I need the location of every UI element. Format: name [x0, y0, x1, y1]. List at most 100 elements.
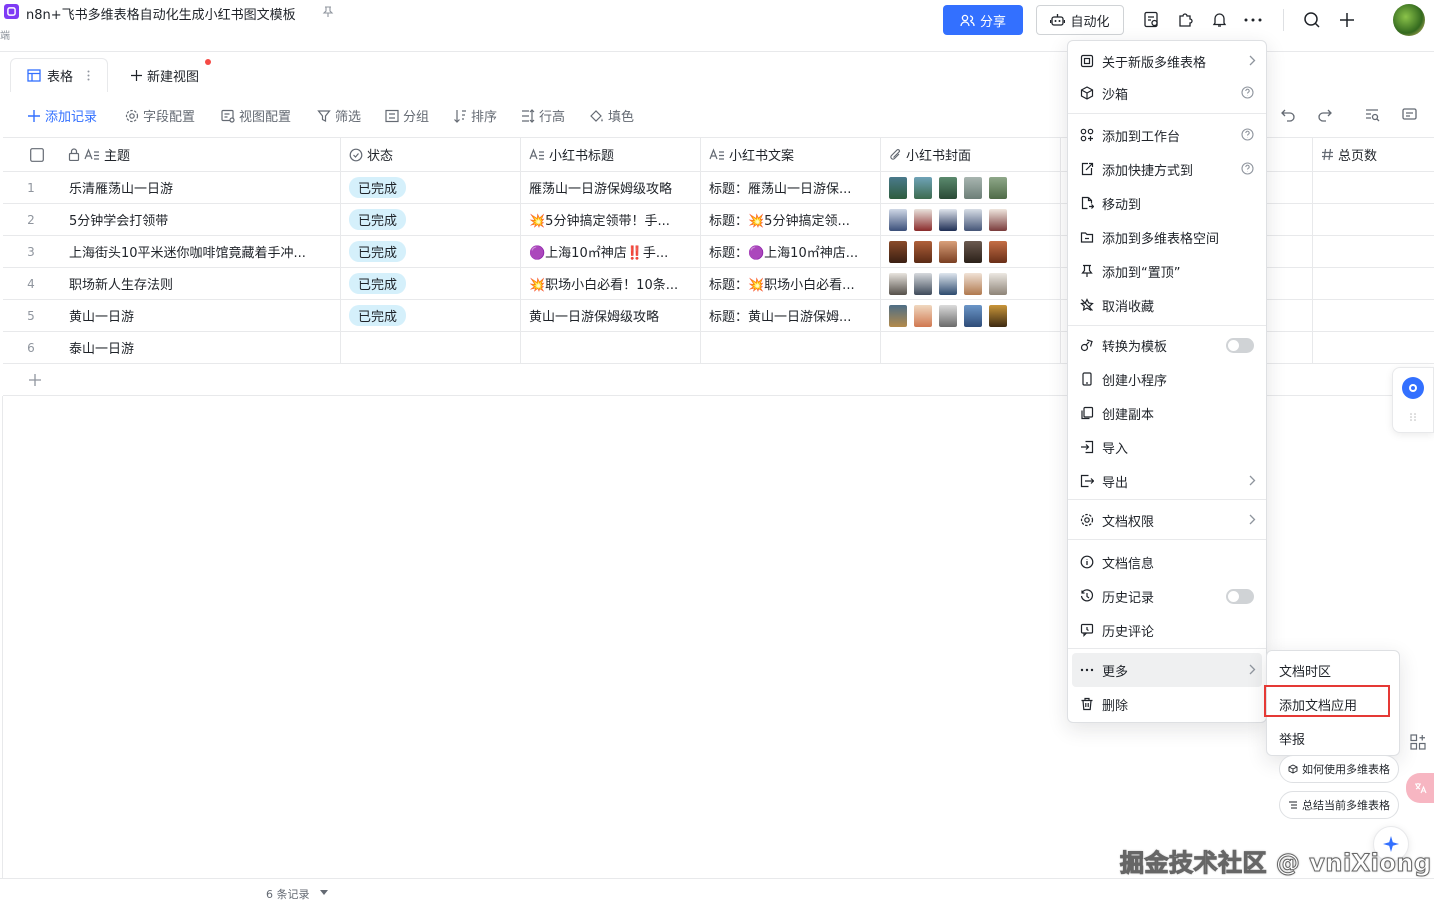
- cell-copy[interactable]: 标题：雁荡山一日游保...: [701, 172, 881, 203]
- cell-status[interactable]: 已完成: [341, 268, 521, 299]
- menu-item-delete[interactable]: 删除: [1068, 688, 1266, 720]
- cell-copy[interactable]: 标题：💥5分钟搞定领...: [701, 204, 881, 235]
- menu-item-create-copy[interactable]: 创建副本: [1068, 397, 1266, 429]
- cover-thumbnail[interactable]: [964, 240, 982, 263]
- header-copy[interactable]: 小红书文案: [701, 138, 881, 171]
- cell-status[interactable]: 已完成: [341, 204, 521, 235]
- fill-color-button[interactable]: 填色: [589, 106, 634, 125]
- menu-item-more[interactable]: 更多: [1072, 653, 1262, 687]
- cover-thumbnail[interactable]: [889, 240, 907, 263]
- automation-button[interactable]: 自动化: [1036, 5, 1124, 35]
- cell-cover[interactable]: [881, 300, 1061, 331]
- cell-copy[interactable]: [701, 332, 881, 363]
- cover-thumbnail[interactable]: [989, 240, 1007, 263]
- plugin-icon[interactable]: [1177, 11, 1194, 28]
- menu-item-add-to-workspace[interactable]: 添加到工作台: [1068, 119, 1266, 151]
- cell-status[interactable]: [341, 332, 521, 363]
- cover-thumbnail[interactable]: [989, 208, 1007, 231]
- cover-thumbnail[interactable]: [914, 240, 932, 263]
- cover-thumbnail[interactable]: [989, 176, 1007, 199]
- summarize-chip[interactable]: 总结当前多维表格: [1279, 791, 1399, 819]
- cell-cover[interactable]: [881, 236, 1061, 267]
- menu-item-add-to-pinned[interactable]: 添加到“置顶”: [1068, 255, 1266, 287]
- cover-thumbnail[interactable]: [989, 304, 1007, 327]
- floating-assistant-panel[interactable]: [1392, 367, 1434, 433]
- cell-status[interactable]: 已完成: [341, 236, 521, 267]
- cell-pages[interactable]: [1313, 204, 1434, 235]
- cell-pages[interactable]: [1313, 332, 1434, 363]
- header-pages[interactable]: 总页数: [1313, 138, 1434, 171]
- cover-thumbnail[interactable]: [914, 272, 932, 295]
- search-records-icon[interactable]: [1365, 108, 1380, 122]
- cover-thumbnail[interactable]: [964, 304, 982, 327]
- group-button[interactable]: 分组: [385, 106, 429, 125]
- bell-icon[interactable]: [1211, 11, 1228, 28]
- cell-title[interactable]: 💥5分钟搞定领带！手...: [521, 204, 701, 235]
- sort-button[interactable]: 排序: [453, 106, 497, 125]
- header-subject[interactable]: 主题: [3, 138, 341, 171]
- menu-item-move-to[interactable]: 移动到: [1068, 187, 1266, 219]
- new-view-button[interactable]: 新建视图: [130, 66, 199, 85]
- cell-subject[interactable]: 5分钟学会打领带: [59, 204, 341, 235]
- submenu-item-doc-timezone[interactable]: 文档时区: [1267, 654, 1399, 686]
- help-circle-icon[interactable]: [1241, 162, 1254, 175]
- history-toggle[interactable]: [1226, 589, 1254, 604]
- cell-subject[interactable]: 乐清雁荡山一日游: [59, 172, 341, 203]
- cover-thumbnail[interactable]: [939, 304, 957, 327]
- cover-thumbnail[interactable]: [939, 176, 957, 199]
- menu-item-add-shortcut[interactable]: 添加快捷方式到: [1068, 153, 1266, 185]
- search-icon[interactable]: [1303, 11, 1321, 29]
- help-circle-icon[interactable]: [1241, 128, 1254, 141]
- header-title[interactable]: 小红书标题: [521, 138, 701, 171]
- menu-item-sandbox[interactable]: 沙箱: [1068, 77, 1266, 109]
- cell-pages[interactable]: [1313, 268, 1434, 299]
- caret-down-icon[interactable]: [320, 890, 328, 895]
- tab-grid-view[interactable]: 表格: [10, 58, 108, 92]
- cell-cover[interactable]: [881, 204, 1061, 235]
- cell-status[interactable]: 已完成: [341, 172, 521, 203]
- cell-title[interactable]: 🟣上海10㎡神店‼️手...: [521, 236, 701, 267]
- redo-icon[interactable]: [1317, 108, 1332, 122]
- cell-subject[interactable]: 黄山一日游: [59, 300, 341, 331]
- cover-thumbnail[interactable]: [989, 272, 1007, 295]
- cell-title[interactable]: 黄山一日游保姆级攻略: [521, 300, 701, 331]
- row-height-button[interactable]: 行高: [521, 106, 565, 125]
- cell-pages[interactable]: [1313, 300, 1434, 331]
- assistant-icon[interactable]: [1402, 377, 1424, 399]
- template-toggle[interactable]: [1226, 338, 1254, 353]
- cover-thumbnail[interactable]: [939, 272, 957, 295]
- document-title[interactable]: n8n+飞书多维表格自动化生成小红书图文模板: [26, 4, 296, 23]
- menu-item-doc-info[interactable]: 文档信息: [1068, 546, 1266, 578]
- grid-add-icon[interactable]: [1410, 734, 1426, 750]
- menu-item-history[interactable]: 历史记录: [1068, 580, 1266, 612]
- translate-icon[interactable]: [1406, 773, 1434, 803]
- tab-options-icon[interactable]: [87, 70, 90, 81]
- cell-cover[interactable]: [881, 268, 1061, 299]
- cover-thumbnail[interactable]: [889, 176, 907, 199]
- cell-subject[interactable]: 职场新人生存法则: [59, 268, 341, 299]
- cell-title[interactable]: 雁荡山一日游保姆级攻略: [521, 172, 701, 203]
- add-record-button[interactable]: 添加记录: [27, 106, 97, 125]
- cell-copy[interactable]: 标题：💥职场小白必看...: [701, 268, 881, 299]
- menu-item-add-to-space[interactable]: 添加到多维表格空间: [1068, 221, 1266, 253]
- cover-thumbnail[interactable]: [939, 208, 957, 231]
- select-all-checkbox[interactable]: [30, 147, 44, 162]
- undo-icon[interactable]: [1281, 108, 1296, 122]
- menu-item-convert-to-template[interactable]: 转换为模板: [1068, 329, 1266, 361]
- cell-subject[interactable]: 上海街头10平米迷你咖啡馆竟藏着手冲...: [59, 236, 341, 267]
- cell-copy[interactable]: 标题：🟣上海10㎡神店...: [701, 236, 881, 267]
- share-button[interactable]: 分享: [943, 5, 1023, 35]
- cell-subject[interactable]: 泰山一日游: [59, 332, 341, 363]
- comment-icon[interactable]: [1402, 108, 1417, 122]
- plus-icon[interactable]: [1338, 11, 1356, 29]
- cover-thumbnail[interactable]: [914, 304, 932, 327]
- cell-pages[interactable]: [1313, 172, 1434, 203]
- cell-cover[interactable]: [881, 332, 1061, 363]
- menu-item-about-new-bitable[interactable]: 关于新版多维表格: [1068, 45, 1266, 77]
- cover-thumbnail[interactable]: [889, 208, 907, 231]
- cover-thumbnail[interactable]: [964, 208, 982, 231]
- menu-item-import[interactable]: 导入: [1068, 431, 1266, 463]
- cell-title[interactable]: 💥职场小白必看！10条...: [521, 268, 701, 299]
- cover-thumbnail[interactable]: [964, 272, 982, 295]
- cell-cover[interactable]: [881, 172, 1061, 203]
